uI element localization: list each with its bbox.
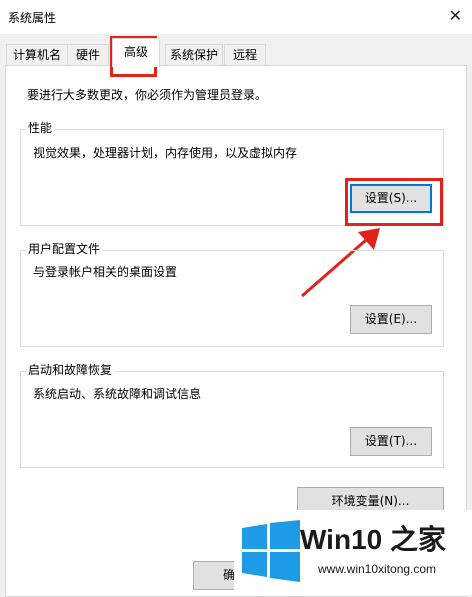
startup-recovery-description: 系统启动、系统故障和调试信息 [33, 387, 202, 401]
tab-system-protection[interactable]: 系统保护 [165, 44, 223, 65]
annotation-highlight-settings [345, 178, 443, 226]
windows-logo-icon [242, 520, 300, 582]
admin-notice: 要进行大多数更改，你必须作为管理员登录。 [27, 88, 268, 102]
user-profiles-description: 与登录帐户相关的桌面设置 [33, 265, 178, 279]
user-profiles-settings-button[interactable]: 设置(E)... [350, 305, 432, 334]
performance-legend: 性能 [26, 119, 55, 136]
startup-recovery-settings-button[interactable]: 设置(T)... [350, 427, 432, 456]
tab-hardware[interactable]: 硬件 [67, 44, 109, 65]
user-profiles-legend: 用户配置文件 [26, 240, 103, 257]
watermark-url: www.win10xitong.com [318, 562, 437, 576]
title-bar: 系统属性 ✕ [0, 0, 472, 34]
startup-recovery-legend: 启动和故障恢复 [26, 361, 115, 378]
close-icon[interactable]: ✕ [449, 6, 462, 25]
tab-computer-name[interactable]: 计算机名 [6, 44, 68, 65]
tab-advanced[interactable]: 高级 [112, 38, 160, 67]
window-title: 系统属性 [8, 11, 57, 25]
performance-description: 视觉效果，处理器计划，内存使用，以及虚拟内存 [33, 146, 298, 160]
tab-remote[interactable]: 远程 [224, 44, 266, 65]
watermark-brand: Win10 之家 [300, 524, 446, 555]
